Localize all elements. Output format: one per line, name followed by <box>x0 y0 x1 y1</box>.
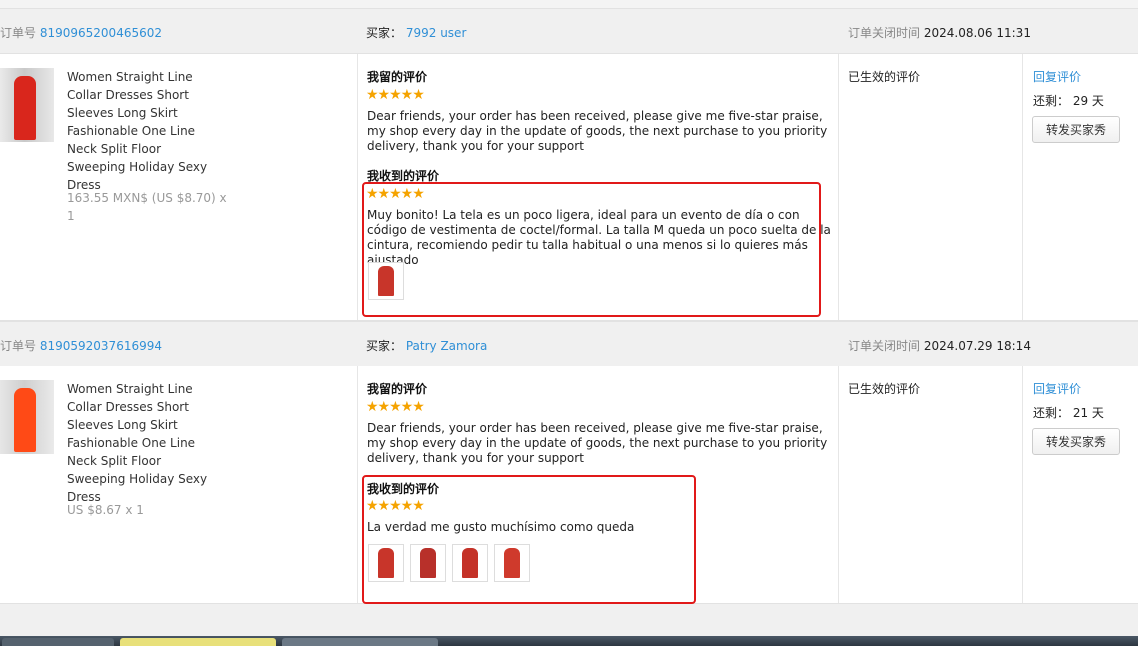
buyer: 买家： 7992 user <box>366 24 466 41</box>
order-number: 订单号 8190965200465602 <box>0 24 162 41</box>
order-row: Women Straight Line Collar Dresses Short… <box>0 54 1138 321</box>
my-review-text: Dear friends, your order has been receiv… <box>367 421 828 465</box>
closed-time-label: 订单关闭时间 <box>848 26 921 40</box>
review-status: 已生效的评价 <box>848 70 921 84</box>
column-divider <box>357 366 358 603</box>
review-status: 已生效的评价 <box>848 382 921 396</box>
order-row: Women Straight Line Collar Dresses Short… <box>0 366 1138 604</box>
closed-time: 订单关闭时间 2024.08.06 11:31 <box>848 24 1031 41</box>
order-number-label: 订单号 <box>0 339 37 353</box>
order-number-link[interactable]: 8190592037616994 <box>40 339 162 353</box>
my-review-label: 我留的评价 <box>367 382 428 396</box>
my-review-stars: ★★★★★ <box>366 87 425 103</box>
remaining-label: 还剩： <box>1033 406 1070 420</box>
highlight-box <box>362 182 821 317</box>
taskbar-button[interactable] <box>282 638 438 646</box>
reply-review-link[interactable]: 回复评价 <box>1033 380 1081 397</box>
remaining-days: 还剩： 29 天 <box>1033 92 1104 109</box>
column-divider <box>1022 54 1023 320</box>
product-price: US $8.67 x 1 <box>67 503 144 517</box>
taskbar-button[interactable] <box>2 638 114 646</box>
my-review-text: Dear friends, your order has been receiv… <box>367 109 828 153</box>
forward-buyer-show-button[interactable]: 转发买家秀 <box>1032 116 1120 143</box>
taskbar <box>0 636 1138 646</box>
buyer-label: 买家： <box>366 339 403 353</box>
highlight-box <box>362 475 696 604</box>
product-price: 163.55 MXN$ (US $8.70) x 1 <box>67 191 227 223</box>
column-divider <box>1022 366 1023 603</box>
order-number: 订单号 8190592037616994 <box>0 337 162 354</box>
product-title[interactable]: Women Straight Line Collar Dresses Short… <box>67 68 217 194</box>
closed-time: 订单关闭时间 2024.07.29 18:14 <box>848 337 1031 354</box>
closed-time-value: 2024.08.06 11:31 <box>923 26 1031 40</box>
product-thumbnail[interactable] <box>0 68 54 142</box>
my-review-stars: ★★★★★ <box>366 399 425 415</box>
column-divider <box>357 54 358 320</box>
product-thumbnail[interactable] <box>0 380 54 454</box>
order-header: 订单号 8190592037616994 买家： Patry Zamora 订单… <box>0 321 1138 367</box>
forward-buyer-show-button[interactable]: 转发买家秀 <box>1032 428 1120 455</box>
remaining-value: 21 天 <box>1072 406 1104 420</box>
closed-time-value: 2024.07.29 18:14 <box>923 339 1031 353</box>
product-title[interactable]: Women Straight Line Collar Dresses Short… <box>67 380 217 506</box>
my-review-label: 我留的评价 <box>367 70 428 84</box>
taskbar-button[interactable] <box>120 638 276 646</box>
buyer: 买家： Patry Zamora <box>366 337 487 354</box>
reply-review-link[interactable]: 回复评价 <box>1033 68 1081 85</box>
remaining-value: 29 天 <box>1072 94 1104 108</box>
buyer-link[interactable]: 7992 user <box>406 26 467 40</box>
order-number-label: 订单号 <box>0 26 37 40</box>
closed-time-label: 订单关闭时间 <box>848 339 921 353</box>
buyer-label: 买家： <box>366 26 403 40</box>
column-divider <box>838 366 839 603</box>
order-number-link[interactable]: 8190965200465602 <box>40 26 162 40</box>
remaining-days: 还剩： 21 天 <box>1033 404 1104 421</box>
column-divider <box>838 54 839 320</box>
buyer-link[interactable]: Patry Zamora <box>406 339 488 353</box>
order-header: 订单号 8190965200465602 买家： 7992 user 订单关闭时… <box>0 8 1138 54</box>
remaining-label: 还剩： <box>1033 94 1070 108</box>
